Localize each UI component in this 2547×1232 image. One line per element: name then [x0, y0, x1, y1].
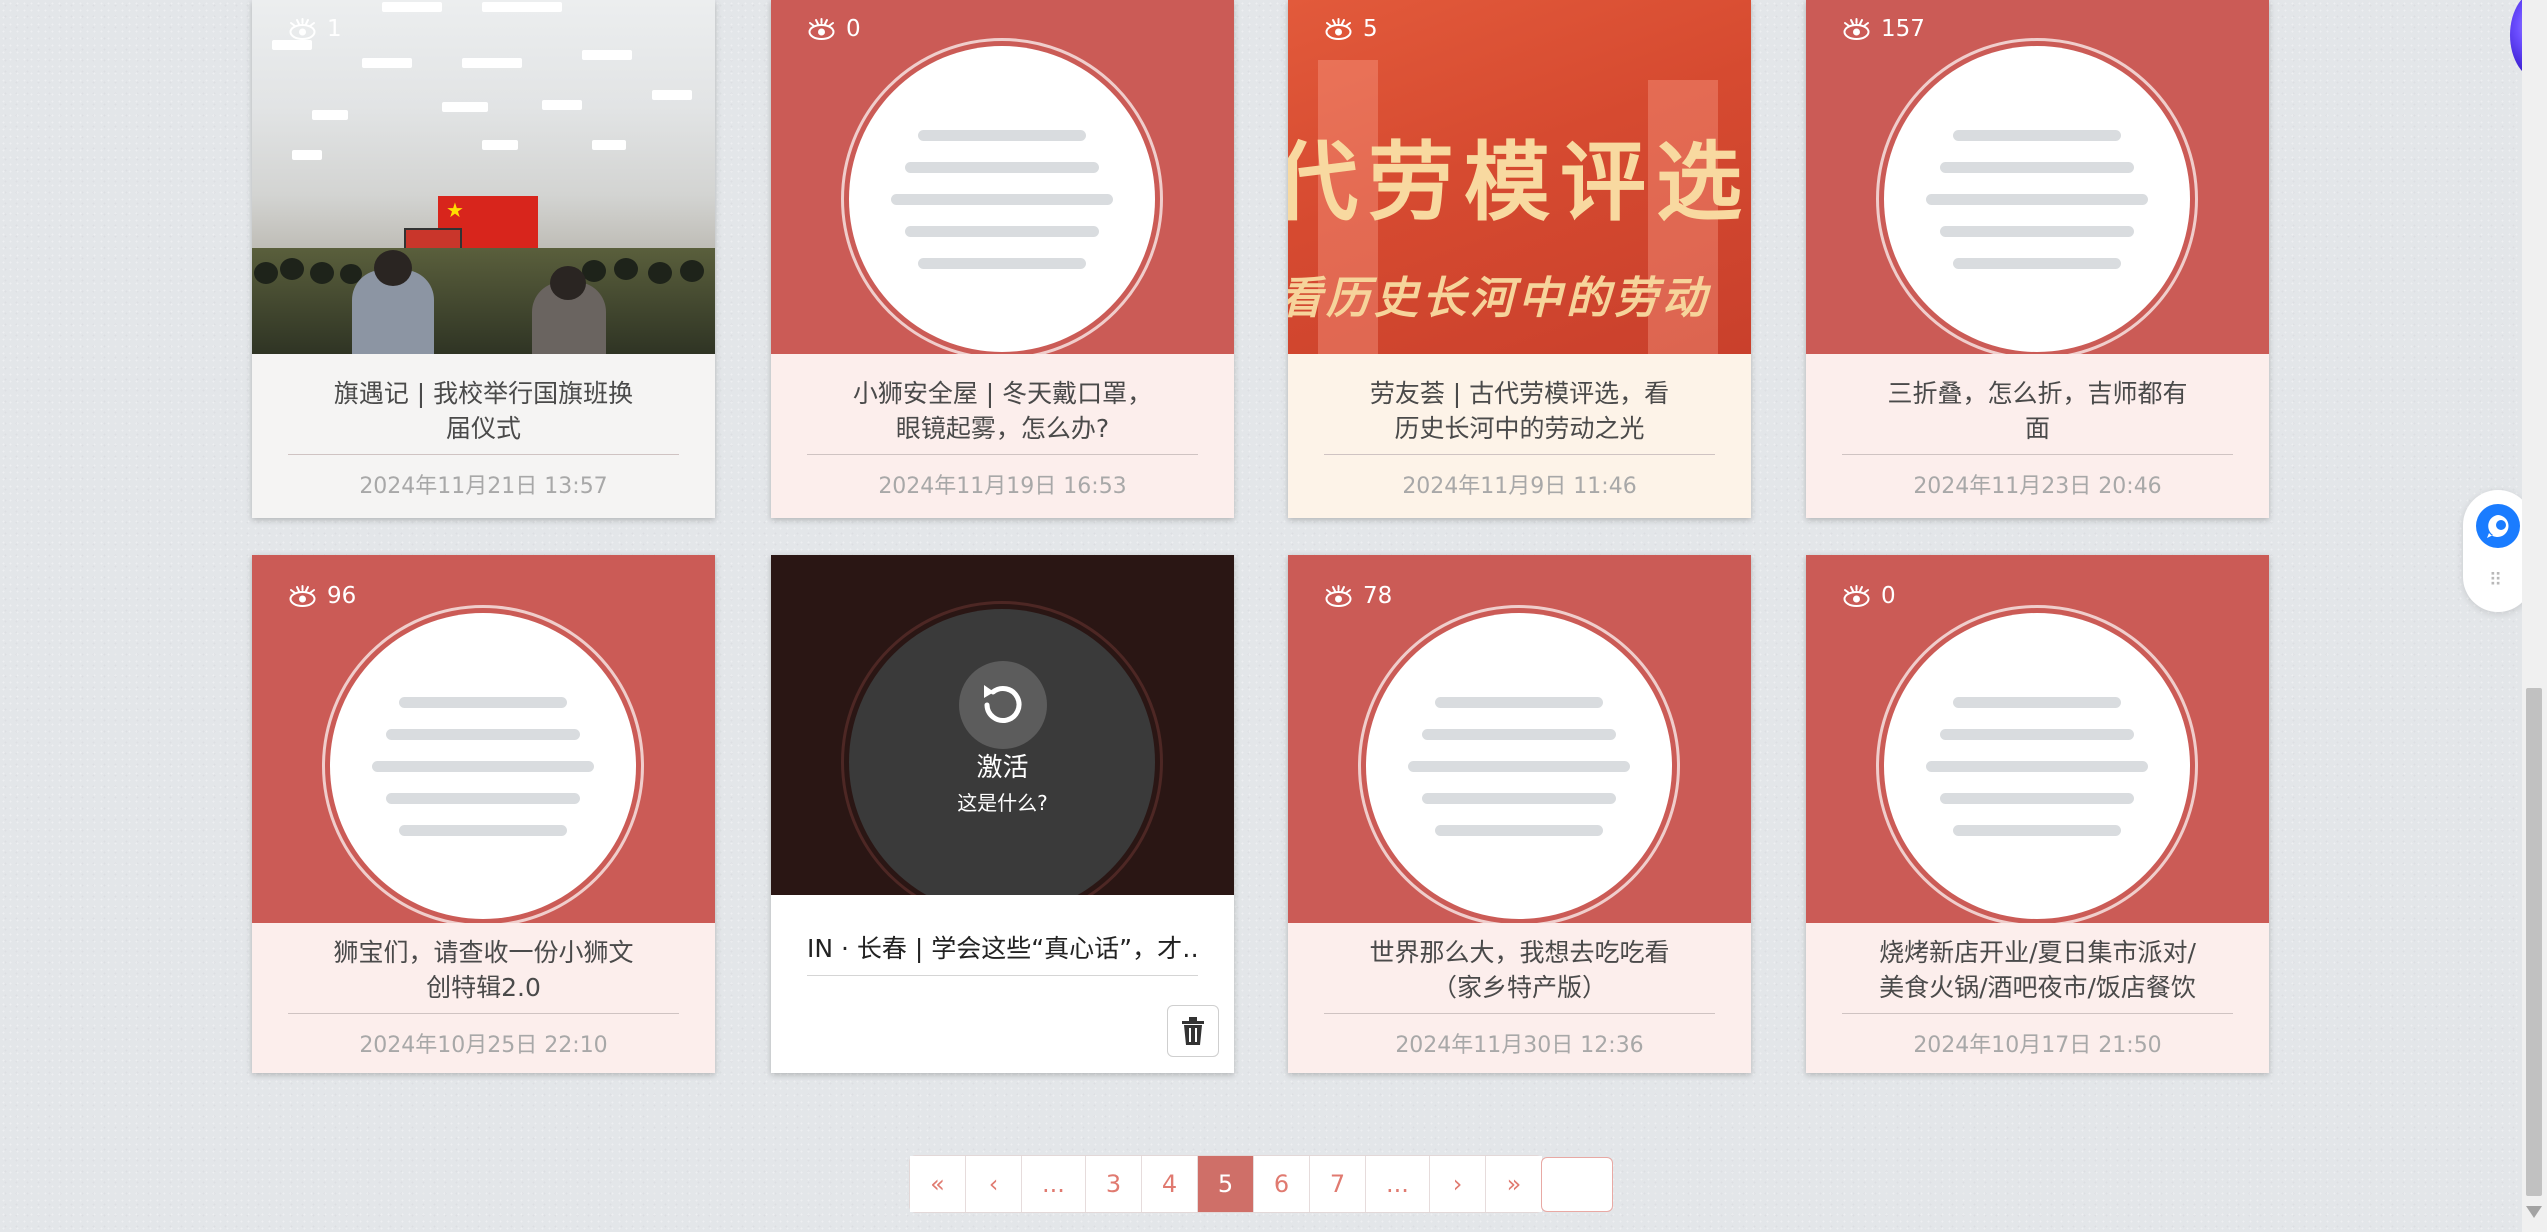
prev-page-button[interactable]: ‹	[966, 1156, 1022, 1212]
divider	[807, 975, 1198, 976]
what-is-this-link[interactable]: 这是什么?	[771, 787, 1234, 816]
scrollbar-thumb[interactable]	[2526, 688, 2542, 1196]
document-placeholder-icon	[1884, 46, 2190, 352]
eye-icon	[289, 585, 316, 607]
article-title[interactable]: 世界那么大，我想去吃吃看 （家乡特产版）	[1324, 935, 1715, 1005]
view-count: 96	[288, 583, 356, 609]
article-info: 世界那么大，我想去吃吃看 （家乡特产版） 2024年11月30日 12:36	[1288, 923, 1751, 1073]
next-page-button[interactable]: ›	[1430, 1156, 1486, 1212]
document-placeholder-icon	[1884, 613, 2190, 919]
activate-label[interactable]: 激活	[771, 747, 1234, 784]
article-date: 2024年11月19日 16:53	[878, 474, 1127, 499]
divider	[1324, 454, 1715, 455]
view-count: 1	[288, 16, 342, 42]
divider	[288, 454, 679, 455]
document-placeholder-icon	[330, 613, 636, 919]
banner-subtitle: 看历史长河中的劳动	[1288, 273, 1710, 324]
article-cover-inactive: 激活 这是什么?	[771, 555, 1234, 895]
eye-icon	[1325, 18, 1352, 40]
eye-icon	[1325, 585, 1352, 607]
article-info: 烧烤新店开业/夏日集市派对/ 美食火锅/酒吧夜市/饭店餐饮 2024年10月17…	[1806, 923, 2269, 1073]
divider	[1842, 1013, 2233, 1014]
divider	[807, 454, 1198, 455]
banner-calligraphy: 代劳模评选	[1288, 132, 1751, 233]
article-title[interactable]: 小狮安全屋 | 冬天戴口罩， 眼镜起雾，怎么办?	[807, 376, 1198, 446]
article-info: 旗遇记 | 我校举行国旗班换 届仪式 2024年11月21日 13:57	[252, 354, 715, 518]
article-info: 狮宝们，请查收一份小狮文 创特辑2.0 2024年10月25日 22:10	[252, 923, 715, 1073]
scroll-down-arrow-icon[interactable]	[2526, 1206, 2542, 1218]
last-page-button[interactable]: »	[1486, 1156, 1542, 1212]
article-info: 劳友荟 | 古代劳模评选，看 历史长河中的劳动之光 2024年11月9日 11:…	[1288, 354, 1751, 518]
article-title[interactable]: 狮宝们，请查收一份小狮文 创特辑2.0	[288, 935, 679, 1005]
article-info: IN · 长春 | 学会这些“真心话”，才…	[771, 895, 1234, 1073]
article-card[interactable]: 代劳模评选 看历史长河中的劳动 5 劳友荟 | 古代劳模评选，看 历史长河中的劳…	[1288, 0, 1751, 518]
article-card[interactable]: 0 烧烤新店开业/夏日集市派对/ 美食火锅/酒吧夜市/饭店餐饮 2024年10月…	[1806, 555, 2269, 1073]
article-title[interactable]: IN · 长春 | 学会这些“真心话”，才…	[807, 929, 1198, 965]
article-date: 2024年11月30日 12:36	[1395, 1033, 1644, 1058]
article-date: 2024年11月21日 13:57	[359, 474, 608, 499]
reload-icon	[984, 685, 1022, 723]
page-button-6[interactable]: 6	[1254, 1156, 1310, 1212]
article-date: 2024年10月17日 21:50	[1913, 1033, 2162, 1058]
article-date: 2024年11月9日 11:46	[1402, 474, 1637, 499]
article-cover-photo: ★	[252, 0, 715, 354]
eye-icon	[1843, 18, 1870, 40]
article-cover-placeholder	[1288, 555, 1751, 923]
divider	[1842, 454, 2233, 455]
view-count: 0	[807, 16, 861, 42]
article-cover-banner: 代劳模评选 看历史长河中的劳动	[1288, 0, 1751, 354]
page-ellipsis[interactable]: ...	[1022, 1156, 1086, 1212]
view-count: 157	[1842, 16, 1925, 42]
page-ellipsis[interactable]: ...	[1366, 1156, 1430, 1212]
divider	[288, 1013, 679, 1014]
view-count: 78	[1324, 583, 1392, 609]
article-info: 三折叠，怎么折，吉师都有 面 2024年11月23日 20:46	[1806, 354, 2269, 518]
drag-grip-icon[interactable]: ⠿	[2489, 570, 2504, 591]
article-cover-placeholder	[771, 0, 1234, 354]
inactive-article-card[interactable]: 激活 这是什么? IN · 长春 | 学会这些“真心话”，才…	[771, 555, 1234, 1073]
article-title[interactable]: 烧烤新店开业/夏日集市派对/ 美食火锅/酒吧夜市/饭店餐饮	[1842, 935, 2233, 1005]
article-cover-placeholder	[1806, 0, 2269, 354]
eye-icon	[289, 18, 316, 40]
view-count: 5	[1324, 16, 1378, 42]
eye-icon	[1843, 585, 1870, 607]
delete-button[interactable]	[1167, 1005, 1219, 1057]
article-date: 2024年11月23日 20:46	[1913, 474, 2162, 499]
first-page-button[interactable]: «	[910, 1156, 966, 1212]
trash-icon	[1182, 1017, 1204, 1045]
article-info: 小狮安全屋 | 冬天戴口罩， 眼镜起雾，怎么办? 2024年11月19日 16:…	[771, 354, 1234, 518]
document-placeholder-icon	[849, 46, 1155, 352]
article-date: 2024年10月25日 22:10	[359, 1033, 608, 1058]
article-card[interactable]: 78 世界那么大，我想去吃吃看 （家乡特产版） 2024年11月30日 12:3…	[1288, 555, 1751, 1073]
page-button-3[interactable]: 3	[1086, 1156, 1142, 1212]
article-title[interactable]: 旗遇记 | 我校举行国旗班换 届仪式	[288, 376, 679, 446]
chat-bubble-icon[interactable]	[2476, 504, 2520, 548]
article-cover-placeholder	[252, 555, 715, 923]
pagination: « ‹ ... 3 4 5 6 7 ... › »	[910, 1156, 1542, 1212]
article-card[interactable]: 0 小狮安全屋 | 冬天戴口罩， 眼镜起雾，怎么办? 2024年11月19日 1…	[771, 0, 1234, 518]
article-title[interactable]: 劳友荟 | 古代劳模评选，看 历史长河中的劳动之光	[1324, 376, 1715, 446]
page-button-7[interactable]: 7	[1310, 1156, 1366, 1212]
article-card[interactable]: 157 三折叠，怎么折，吉师都有 面 2024年11月23日 20:46	[1806, 0, 2269, 518]
page-button-current[interactable]: 5	[1198, 1156, 1254, 1212]
article-card[interactable]: 96 狮宝们，请查收一份小狮文 创特辑2.0 2024年10月25日 22:10	[252, 555, 715, 1073]
article-title[interactable]: 三折叠，怎么折，吉师都有 面	[1842, 376, 2233, 446]
activate-button[interactable]	[959, 661, 1047, 749]
view-count: 0	[1842, 583, 1896, 609]
page-jump-input[interactable]	[1541, 1157, 1613, 1212]
page-button-4[interactable]: 4	[1142, 1156, 1198, 1212]
scrollbar[interactable]	[2522, 0, 2547, 1232]
document-placeholder-icon	[1366, 613, 1672, 919]
divider	[1324, 1013, 1715, 1014]
article-cover-placeholder	[1806, 555, 2269, 923]
article-card[interactable]: ★ 1 旗遇记 | 我校举行国旗班换 届仪式 2024年11月21日 13:57	[252, 0, 715, 518]
eye-icon	[808, 18, 835, 40]
